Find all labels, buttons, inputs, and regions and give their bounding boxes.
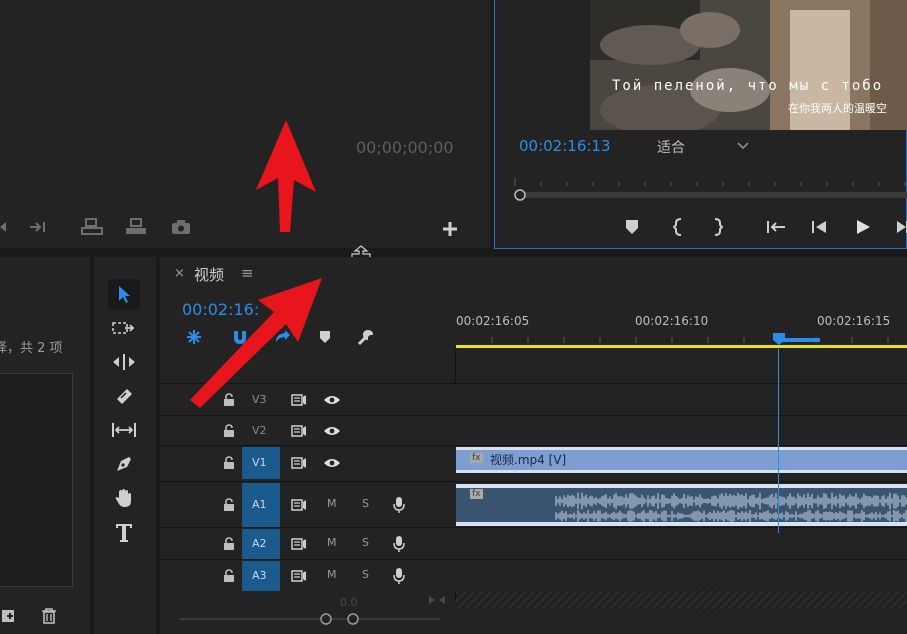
insert-icon[interactable] bbox=[80, 217, 104, 237]
mute-button[interactable]: M bbox=[327, 536, 337, 549]
track-lock-icon[interactable] bbox=[222, 568, 236, 584]
sync-lock-icon[interactable] bbox=[290, 424, 308, 438]
mute-button[interactable]: M bbox=[327, 568, 337, 581]
fit-zoom-value: 适合 bbox=[657, 140, 685, 156]
hand-tool-icon[interactable] bbox=[108, 485, 140, 511]
sync-lock-icon[interactable] bbox=[290, 537, 308, 551]
track-row-a2: A2 M S bbox=[160, 527, 907, 559]
sequence-tab-close[interactable]: × bbox=[174, 266, 185, 281]
timeline-settings-wrench-icon[interactable] bbox=[356, 327, 376, 347]
razor-tool-icon[interactable] bbox=[108, 383, 140, 409]
audio-clip[interactable]: fx bbox=[456, 484, 907, 526]
voice-record-mic-icon[interactable] bbox=[392, 496, 406, 514]
ruler-label: 00:02:16:05 bbox=[456, 314, 530, 328]
chevron-down-icon bbox=[737, 142, 749, 150]
slip-tool-icon[interactable] bbox=[108, 417, 140, 443]
track-name: A2 bbox=[252, 537, 267, 550]
source-monitor-panel: 00;00;00;00 bbox=[0, 0, 490, 248]
source-timecode: 00;00;00;00 bbox=[356, 138, 454, 157]
project-bin-area[interactable] bbox=[0, 373, 73, 587]
trash-icon[interactable] bbox=[40, 607, 58, 625]
program-ruler[interactable] bbox=[511, 176, 907, 204]
overwrite-icon[interactable] bbox=[124, 217, 148, 237]
step-back-icon[interactable] bbox=[809, 218, 831, 236]
new-item-icon[interactable] bbox=[0, 607, 18, 625]
fit-zoom-select[interactable]: 适合 bbox=[651, 136, 755, 156]
step-forward-partial-icon[interactable] bbox=[0, 218, 10, 236]
play-icon[interactable] bbox=[853, 218, 873, 236]
sync-lock-icon[interactable] bbox=[290, 456, 308, 470]
audio-waveform bbox=[555, 492, 907, 522]
program-timecode[interactable]: 00:02:16:13 bbox=[519, 137, 611, 155]
track-row-v2: V2 bbox=[160, 415, 907, 445]
voice-record-mic-icon[interactable] bbox=[392, 567, 406, 585]
video-clip-label: 视频.mp4 [V] bbox=[490, 453, 567, 467]
program-video-frame: Той пеленой, что мы с тобо 在你我两人的温暖空 bbox=[590, 0, 907, 130]
go-to-in-icon[interactable] bbox=[765, 218, 787, 236]
add-marker-icon[interactable] bbox=[623, 218, 641, 236]
timeline-empty-hatched-area bbox=[456, 591, 907, 609]
track-lock-icon[interactable] bbox=[222, 423, 236, 439]
ruler-label: 00:02:16:10 bbox=[635, 314, 709, 328]
mark-out-icon[interactable] bbox=[711, 217, 725, 237]
timeline-ruler[interactable]: 00:02:16:05 00:02:16:10 00:02:16:15 bbox=[456, 303, 907, 349]
voice-record-mic-icon[interactable] bbox=[392, 535, 406, 553]
annotation-arrow-up bbox=[248, 118, 318, 234]
project-items-info: 择，共 2 项 bbox=[0, 341, 63, 356]
track-name: V1 bbox=[252, 456, 267, 469]
pen-tool-icon[interactable] bbox=[108, 451, 140, 477]
track-select-tool-icon[interactable] bbox=[108, 315, 140, 341]
timeline-scroll-value: 0.0 bbox=[340, 596, 358, 609]
track-lock-icon[interactable] bbox=[222, 536, 236, 552]
project-panel: 择，共 2 项 bbox=[0, 257, 90, 634]
video-clip[interactable]: fx 视频.mp4 [V] bbox=[456, 447, 907, 473]
horizontal-zoom-scrollbar[interactable] bbox=[180, 612, 440, 626]
track-lock-icon[interactable] bbox=[222, 455, 236, 471]
track-row-a3: A3 M S bbox=[160, 559, 907, 591]
program-monitor-panel: Той пеленой, что мы с тобо 在你我两人的温暖空 00:… bbox=[494, 0, 907, 249]
clip-fx-badge: fx bbox=[470, 453, 483, 463]
subtitle-chinese: 在你我两人的温暖空 bbox=[788, 102, 887, 115]
subtitle-russian: Той пеленой, что мы с тобо bbox=[612, 78, 884, 94]
type-tool-icon[interactable] bbox=[108, 519, 140, 545]
track-lock-icon[interactable] bbox=[222, 497, 236, 513]
playhead-line[interactable] bbox=[778, 349, 779, 533]
selection-tool-icon[interactable] bbox=[108, 279, 140, 309]
ripple-edit-tool-icon[interactable] bbox=[108, 349, 140, 375]
annotation-arrow-diagonal bbox=[186, 272, 326, 412]
tools-panel bbox=[94, 257, 156, 634]
fit-tracks-icon[interactable] bbox=[426, 593, 448, 607]
ruler-label: 00:02:16:15 bbox=[817, 314, 891, 328]
solo-button[interactable]: S bbox=[362, 497, 369, 510]
solo-button[interactable]: S bbox=[362, 568, 369, 581]
eye-icon[interactable] bbox=[322, 456, 342, 470]
add-button-plus-icon[interactable] bbox=[440, 219, 460, 239]
sync-lock-icon[interactable] bbox=[290, 569, 308, 583]
sync-lock-icon[interactable] bbox=[290, 498, 308, 512]
mute-button[interactable]: M bbox=[327, 497, 337, 510]
mark-in-icon[interactable] bbox=[671, 217, 685, 237]
track-name: A1 bbox=[252, 498, 267, 511]
eye-icon[interactable] bbox=[322, 424, 342, 438]
track-name: A3 bbox=[252, 569, 267, 582]
track-name: V2 bbox=[252, 424, 267, 437]
go-to-out-icon[interactable] bbox=[28, 218, 50, 236]
solo-button[interactable]: S bbox=[362, 536, 369, 549]
step-forward-icon[interactable] bbox=[893, 218, 907, 236]
export-frame-camera-icon[interactable] bbox=[170, 218, 192, 236]
